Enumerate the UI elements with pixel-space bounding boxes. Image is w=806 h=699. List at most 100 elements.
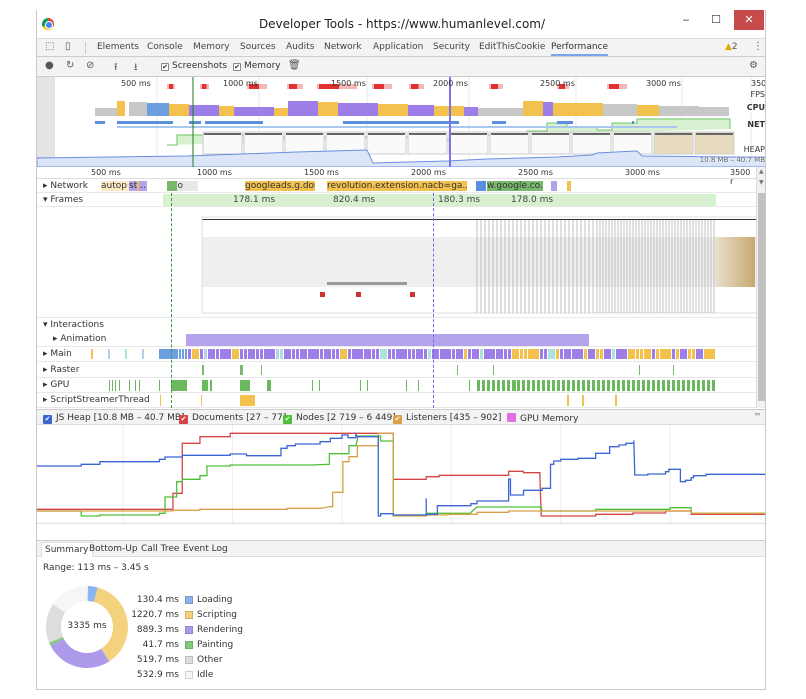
gpu-task[interactable] (171, 380, 187, 391)
gpu-task[interactable] (607, 380, 610, 391)
gpu-task[interactable] (712, 380, 715, 391)
gpu-task[interactable] (592, 380, 595, 391)
gpu-task[interactable] (537, 380, 540, 391)
main-task[interactable] (660, 349, 671, 359)
tab-summary[interactable]: Summary (41, 542, 93, 558)
main-task[interactable] (556, 349, 559, 359)
gpu-task[interactable] (115, 380, 116, 391)
main-task[interactable] (108, 349, 110, 359)
main-task[interactable] (588, 349, 595, 359)
gpu-task[interactable] (642, 380, 645, 391)
gpu-task[interactable] (497, 380, 500, 391)
network-request[interactable] (551, 181, 557, 191)
gpu-task[interactable] (652, 380, 655, 391)
gpu-task[interactable] (527, 380, 530, 391)
script-streamer-task[interactable] (240, 395, 255, 406)
main-task[interactable] (185, 349, 187, 359)
network-request[interactable] (567, 181, 571, 191)
main-task[interactable] (688, 349, 691, 359)
main-task[interactable] (540, 349, 543, 359)
raster-task[interactable] (240, 365, 243, 375)
frame-duration[interactable]: 820.4 ms (333, 195, 375, 205)
more-options-icon[interactable]: ⋮ (753, 41, 763, 52)
gpu-task[interactable] (109, 380, 110, 391)
main-task[interactable] (192, 349, 199, 359)
main-task[interactable] (564, 349, 571, 359)
main-track[interactable]: ▸ Main (37, 347, 756, 362)
main-task[interactable] (520, 349, 523, 359)
gpu-task[interactable] (418, 380, 419, 391)
main-task[interactable] (182, 349, 184, 359)
gpu-task[interactable] (612, 380, 615, 391)
gpu-task[interactable] (622, 380, 625, 391)
gpu-task[interactable] (567, 380, 570, 391)
tab-memory[interactable]: Memory (193, 42, 230, 52)
checkbox-icon[interactable]: ✔ (393, 415, 402, 424)
main-task[interactable] (142, 349, 144, 359)
tab-application[interactable]: Application (373, 42, 423, 52)
legend-documents[interactable]: ✔ Documents [27 – 77] (179, 413, 286, 424)
main-task[interactable] (125, 349, 127, 359)
main-task[interactable] (680, 349, 687, 359)
main-task[interactable] (292, 349, 295, 359)
main-task[interactable] (604, 349, 611, 359)
main-task[interactable] (428, 349, 431, 359)
gpu-task[interactable] (692, 380, 695, 391)
frame-duration[interactable]: 180.3 ms (438, 195, 480, 205)
raster-task[interactable] (639, 365, 640, 375)
legend-listeners[interactable]: ✔ Listeners [435 – 902] (393, 413, 501, 424)
main-task[interactable] (248, 349, 255, 359)
main-task[interactable] (296, 349, 299, 359)
network-request[interactable]: w.google.co... (487, 181, 543, 191)
checkbox-icon[interactable]: ✔ (283, 415, 292, 424)
gpu-task[interactable] (492, 380, 495, 391)
main-task[interactable] (264, 349, 275, 359)
main-task[interactable] (240, 349, 243, 359)
gpu-task[interactable] (135, 380, 136, 391)
network-request[interactable] (137, 181, 139, 191)
gpu-task[interactable] (637, 380, 640, 391)
main-task[interactable] (512, 349, 519, 359)
network-request[interactable]: googleads.g.doubl (245, 181, 315, 191)
main-task[interactable] (424, 349, 427, 359)
main-task[interactable] (692, 349, 695, 359)
checkbox-icon[interactable]: ✔ (43, 415, 52, 424)
frame-duration[interactable]: 178.1 ms (233, 195, 275, 205)
main-task[interactable] (280, 349, 283, 359)
main-task[interactable] (159, 349, 178, 359)
gpu-task[interactable] (477, 380, 480, 391)
interactions-track[interactable]: ▾ Interactions ▸ Animation (37, 318, 756, 347)
gpu-task[interactable] (557, 380, 560, 391)
scroll-up-icon[interactable]: ▲ (759, 168, 764, 175)
main-task[interactable] (408, 349, 411, 359)
gpu-task[interactable] (577, 380, 580, 391)
frames-track[interactable]: ▾ Frames 178.1 ms 820.4 ms 180.3 ms 178.0 m… (37, 193, 756, 207)
main-task[interactable] (412, 349, 415, 359)
main-task[interactable] (200, 349, 203, 359)
main-task[interactable] (244, 349, 247, 359)
gpu-task[interactable] (469, 380, 470, 391)
gpu-task[interactable] (522, 380, 525, 391)
tab-editthiscookie[interactable]: EditThisCookie (479, 42, 545, 52)
gpu-task[interactable] (617, 380, 620, 391)
main-task[interactable] (528, 349, 539, 359)
main-task[interactable] (440, 349, 451, 359)
main-task[interactable] (572, 349, 583, 359)
gpu-task[interactable] (572, 380, 575, 391)
inspect-element-icon[interactable]: ⬚ (45, 41, 54, 52)
tab-security[interactable]: Security (433, 42, 470, 52)
gpu-task[interactable] (707, 380, 710, 391)
raster-track-label[interactable]: ▸ Raster (43, 365, 79, 375)
raster-task[interactable] (202, 365, 204, 375)
main-task[interactable] (628, 349, 635, 359)
script-streamer-track-label[interactable]: ▸ ScriptStreamerThread (43, 395, 150, 405)
gpu-task[interactable] (202, 380, 208, 391)
tab-event-log[interactable]: Event Log (183, 544, 228, 554)
gpu-task[interactable] (672, 380, 675, 391)
gpu-task[interactable] (697, 380, 700, 391)
gpu-task[interactable] (677, 380, 680, 391)
gpu-task[interactable] (502, 380, 505, 391)
tab-network[interactable]: Network (324, 42, 362, 52)
main-task[interactable] (380, 349, 387, 359)
main-task[interactable] (584, 349, 587, 359)
